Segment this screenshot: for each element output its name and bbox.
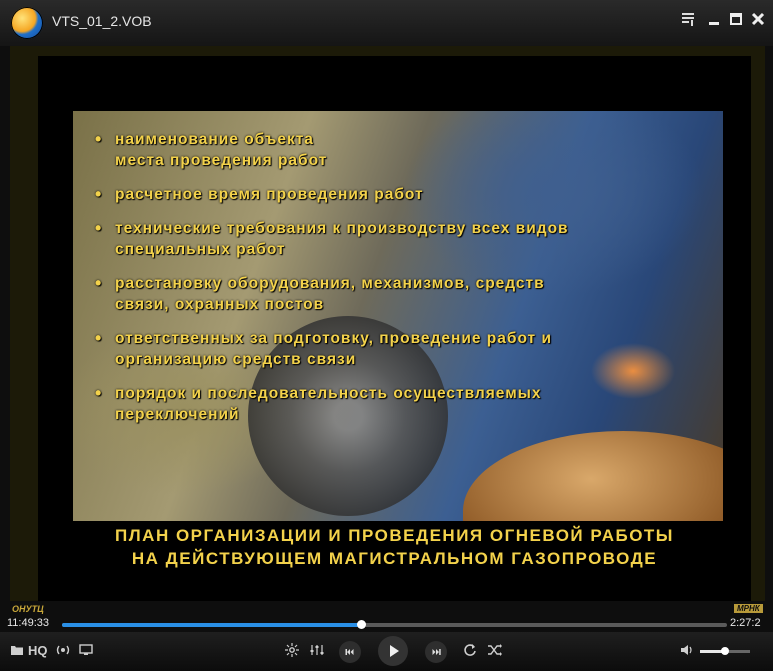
next-icon <box>432 649 441 655</box>
bullet-item: расстановку оборудования, механизмов, ср… <box>93 273 713 315</box>
broadcast-icon[interactable] <box>54 643 72 661</box>
settings-icon[interactable] <box>285 643 299 661</box>
hq-button[interactable]: HQ <box>28 643 48 659</box>
seek-handle[interactable] <box>357 620 367 629</box>
playlist-icon[interactable] <box>677 11 699 33</box>
app-logo-icon[interactable] <box>11 7 43 39</box>
minimize-button[interactable] <box>703 11 725 33</box>
control-bar: HQ <box>0 632 773 671</box>
play-icon <box>390 645 399 657</box>
subtitle-icon[interactable] <box>79 644 93 660</box>
prev-icon <box>345 649 354 655</box>
bullet-list: наименование объекта места проведения ра… <box>93 129 713 438</box>
video-caption: ПЛАН ОРГАНИЗАЦИИ И ПРОВЕДЕНИЯ ОГНЕВОЙ РА… <box>115 526 674 568</box>
title-bar[interactable]: VTS_01_2.VOB <box>0 0 773 46</box>
volume-handle[interactable] <box>721 647 729 655</box>
volume-icon[interactable] <box>680 643 694 661</box>
channel-logo-left: ОНУТЦ <box>12 604 44 614</box>
video-frame: наименование объекта места проведения ра… <box>10 46 765 601</box>
bullet-item: наименование объекта места проведения ра… <box>93 129 713 171</box>
video-area[interactable]: наименование объекта места проведения ра… <box>38 56 751 601</box>
folder-icon[interactable] <box>10 644 24 660</box>
play-button[interactable] <box>378 636 408 666</box>
bullet-item: ответственных за подготовку, проведение … <box>93 328 713 370</box>
player-window: VTS_01_2.VOB наименование объекта места … <box>0 0 773 671</box>
prev-button[interactable] <box>339 641 361 663</box>
total-time: 2:27:2 <box>730 617 761 629</box>
maximize-button[interactable] <box>725 11 747 33</box>
seekbar-row: 11:49:33 2:27:2 <box>0 616 773 632</box>
next-button[interactable] <box>425 641 447 663</box>
channel-logo-right: МРНК <box>734 604 763 613</box>
bullet-item: расчетное время проведения работ <box>93 184 713 205</box>
close-button[interactable] <box>747 11 769 33</box>
shuffle-icon[interactable] <box>487 643 503 661</box>
bullet-item: технические требования к производству вс… <box>93 218 713 260</box>
window-title: VTS_01_2.VOB <box>52 13 152 29</box>
volume-slider[interactable] <box>700 647 750 655</box>
pipe <box>463 431 723 521</box>
seek-bar[interactable] <box>62 620 727 629</box>
repeat-icon[interactable] <box>463 643 477 661</box>
bullet-item: порядок и последовательность осуществляе… <box>93 383 713 425</box>
seek-progress <box>62 623 362 627</box>
equalizer-icon[interactable] <box>310 643 324 661</box>
current-time: 11:49:33 <box>7 617 50 629</box>
